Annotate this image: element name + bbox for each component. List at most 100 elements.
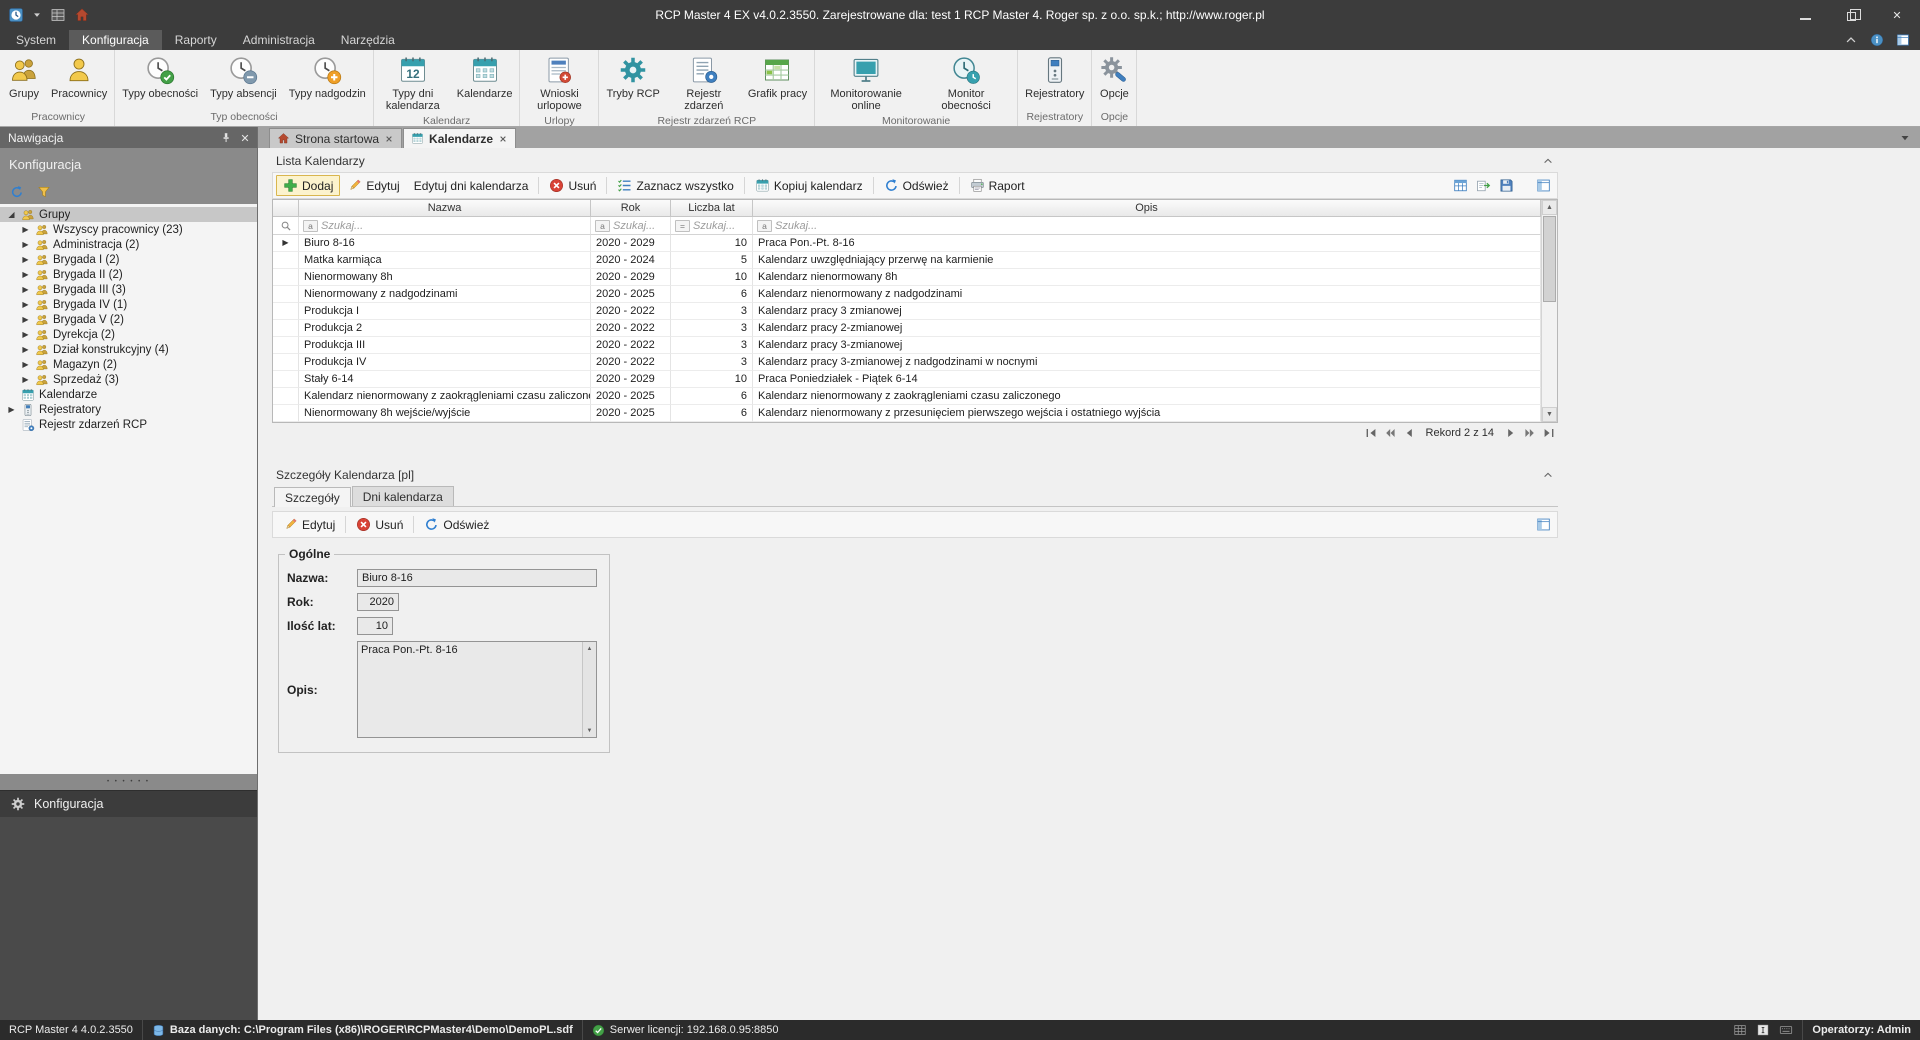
tree-item[interactable]: ▶ Rejestratory [0, 402, 257, 417]
menu-tab[interactable]: Administracja [230, 30, 328, 50]
scroll-down-icon[interactable]: ▼ [583, 724, 596, 737]
qat-grid-icon[interactable] [50, 7, 66, 23]
grid-view-icon[interactable] [1453, 178, 1468, 193]
tree-item[interactable]: ▶ Dział konstrukcyjny (4) [0, 342, 257, 357]
scroll-up-icon[interactable]: ▲ [583, 642, 596, 655]
collapse-panel-icon[interactable] [1542, 155, 1554, 167]
refresh-icon[interactable] [10, 185, 24, 199]
panel-layout-icon[interactable] [1536, 178, 1551, 193]
toolbar-button[interactable]: Odśwież [877, 175, 956, 196]
filter-input-rok[interactable] [613, 220, 668, 232]
nazwa-field[interactable] [357, 569, 597, 587]
table-row[interactable]: Stały 6-14 2020 - 2029 10 Praca Poniedzi… [273, 371, 1541, 388]
tree-expander-icon[interactable]: ▶ [20, 300, 31, 309]
search-icon[interactable] [280, 220, 292, 232]
next-page-icon[interactable] [1524, 427, 1536, 439]
ribbon-button[interactable]: Typy absencji [204, 50, 283, 110]
menu-tab[interactable]: System [3, 30, 69, 50]
tree-expander-icon[interactable]: ▶ [20, 345, 31, 354]
rok-field[interactable] [357, 593, 399, 611]
tree-expander-icon[interactable]: ▶ [20, 255, 31, 264]
column-header-rok[interactable]: Rok [591, 200, 671, 217]
menu-tab[interactable]: Konfiguracja [69, 30, 162, 50]
filter-input-liczba-lat[interactable] [693, 220, 750, 232]
tree-expander-icon[interactable]: ▶ [20, 225, 31, 234]
menu-tab[interactable]: Narzędzia [328, 30, 408, 50]
pin-icon[interactable] [220, 132, 232, 144]
numeric-filter-icon[interactable]: = [675, 220, 690, 232]
toolbar-button[interactable]: Kopiuj kalendarz [748, 175, 870, 196]
last-record-icon[interactable] [1543, 427, 1555, 439]
first-record-icon[interactable] [1365, 427, 1377, 439]
document-tab[interactable]: Kalendarze [403, 128, 516, 148]
save-icon[interactable] [1499, 178, 1514, 193]
next-record-icon[interactable] [1505, 427, 1517, 439]
info-icon[interactable] [1870, 33, 1884, 47]
details-tab[interactable]: Szczegóły [274, 487, 351, 507]
toolbar-button[interactable]: Edytuj dni kalendarza [407, 175, 536, 196]
ribbon-button[interactable]: Typy obecności [116, 50, 204, 110]
tree-expander-icon[interactable]: ▶ [20, 270, 31, 279]
table-row[interactable]: Nienormowany 8h wejście/wyjście 2020 - 2… [273, 405, 1541, 422]
tab-list-dropdown-icon[interactable] [1899, 132, 1911, 144]
scroll-up-icon[interactable]: ▲ [1542, 200, 1557, 215]
qat-home-icon[interactable] [74, 7, 90, 23]
scrollbar-thumb[interactable] [1543, 216, 1556, 302]
column-header-nazwa[interactable]: Nazwa [299, 200, 591, 217]
tree-expander-icon[interactable]: ▶ [20, 240, 31, 249]
ilosc-lat-field[interactable] [357, 617, 393, 635]
toolbar-button[interactable]: Odśwież [417, 514, 496, 535]
text-filter-icon[interactable]: a [303, 220, 318, 232]
toolbar-button[interactable]: Usuń [349, 514, 410, 535]
ribbon-button[interactable]: Rejestratory [1019, 50, 1090, 110]
tree-expander-icon[interactable]: ▶ [20, 315, 31, 324]
toolbar-button[interactable]: Usuń [542, 175, 603, 196]
ribbon-collapse-icon[interactable] [1844, 33, 1858, 47]
ribbon-button[interactable]: Kalendarze [451, 50, 519, 114]
scroll-down-icon[interactable]: ▼ [1542, 407, 1557, 422]
menu-tab[interactable]: Raporty [162, 30, 230, 50]
textarea-scrollbar[interactable]: ▲ ▼ [582, 642, 596, 737]
table-row[interactable]: Nienormowany 8h 2020 - 2029 10 Kalendarz… [273, 269, 1541, 286]
ribbon-button[interactable]: Rejestr zdarzeń [666, 50, 742, 114]
tree-item[interactable]: Rejestr zdarzeń RCP [0, 417, 257, 432]
table-row[interactable]: Produkcja IV 2020 - 2022 3 Kalendarz pra… [273, 354, 1541, 371]
grid-mode-icon[interactable] [1733, 1023, 1747, 1037]
qat-dropdown-icon[interactable] [32, 10, 42, 20]
window-layout-icon[interactable] [1896, 33, 1910, 47]
sidebar-splitter[interactable] [0, 774, 257, 790]
tree-item[interactable]: ▶ Administracja (2) [0, 237, 257, 252]
tree-expander-icon[interactable]: ▶ [20, 360, 31, 369]
table-row[interactable]: Matka karmiąca 2020 - 2024 5 Kalendarz u… [273, 252, 1541, 269]
text-filter-icon[interactable]: a [757, 220, 772, 232]
opis-field[interactable]: Praca Pon.-Pt. 8-16 ▲ ▼ [357, 641, 597, 738]
ribbon-button[interactable]: Grupy [3, 50, 45, 110]
toolbar-button[interactable]: Edytuj [276, 514, 342, 535]
column-header-liczba-lat[interactable]: Liczba lat [671, 200, 753, 217]
tree-item[interactable]: ▶ Brygada IV (1) [0, 297, 257, 312]
panel-layout-icon[interactable] [1536, 517, 1551, 532]
ribbon-button[interactable]: Pracownicy [45, 50, 113, 110]
minimize-button[interactable] [1782, 0, 1828, 30]
toolbar-button[interactable]: Dodaj [276, 175, 340, 196]
prev-page-icon[interactable] [1384, 427, 1396, 439]
tree-expander-icon[interactable]: ◢ [6, 210, 17, 219]
table-row[interactable]: Kalendarz nienormowany z zaokrągleniami … [273, 388, 1541, 405]
ribbon-button[interactable]: Opcje [1093, 50, 1135, 110]
ribbon-button[interactable]: Monitorowanie online [816, 50, 916, 114]
table-row[interactable]: Biuro 8-16 2020 - 2029 10 Praca Pon.-Pt.… [273, 235, 1541, 252]
keyboard-icon[interactable] [1779, 1023, 1793, 1037]
tree-item[interactable]: ▶ Brygada V (2) [0, 312, 257, 327]
ribbon-button[interactable]: 12Typy dni kalendarza [375, 50, 451, 114]
tree-item[interactable]: ◢ Grupy [0, 207, 257, 222]
tree-expander-icon[interactable]: ▶ [6, 405, 17, 414]
app-logo-icon[interactable] [8, 7, 24, 23]
tree-item[interactable]: ▶ Brygada III (3) [0, 282, 257, 297]
tree-item[interactable]: Kalendarze [0, 387, 257, 402]
filter-icon[interactable] [37, 185, 51, 199]
toolbar-button[interactable]: Zaznacz wszystko [610, 175, 740, 196]
tree-expander-icon[interactable]: ▶ [20, 285, 31, 294]
table-row[interactable]: Produkcja III 2020 - 2022 3 Kalendarz pr… [273, 337, 1541, 354]
tree-item[interactable]: ▶ Dyrekcja (2) [0, 327, 257, 342]
table-row[interactable]: Produkcja I 2020 - 2022 3 Kalendarz prac… [273, 303, 1541, 320]
